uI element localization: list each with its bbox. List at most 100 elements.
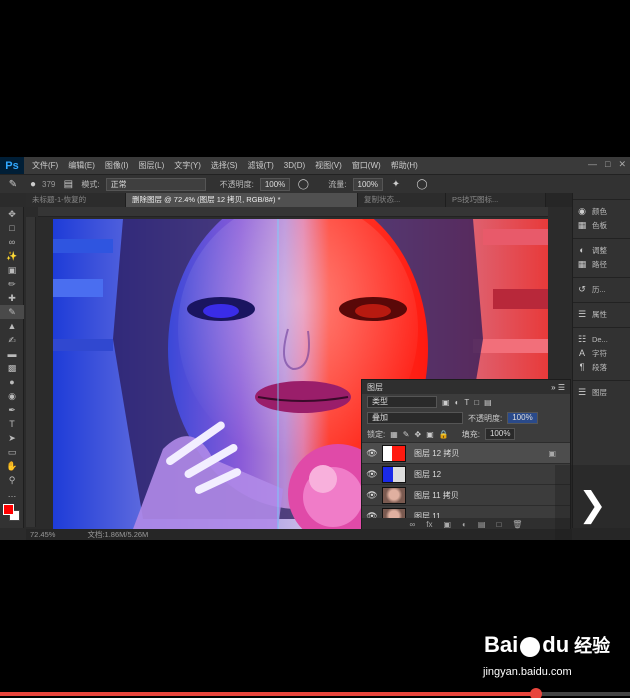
panel-menu-icon[interactable]: » ☰: [551, 383, 565, 392]
foreground-color-swatch[interactable]: [3, 504, 14, 515]
brush-size: 379: [42, 179, 56, 189]
layer-row[interactable]: 👁 图层 12: [362, 463, 570, 484]
layer-kind-filter[interactable]: 类型: [367, 396, 437, 408]
layer-opacity-input[interactable]: 100%: [507, 412, 538, 424]
dock-character-label: 字符: [592, 348, 607, 358]
healing-tool-icon[interactable]: ✚: [0, 291, 24, 305]
visibility-eye-icon[interactable]: 👁: [362, 490, 382, 501]
next-slide-chevron-icon[interactable]: ❯: [555, 465, 630, 540]
lock-position-icon[interactable]: ✥: [415, 430, 422, 439]
maximize-icon[interactable]: □: [605, 159, 610, 170]
menu-file[interactable]: 文件(F): [32, 160, 58, 171]
filter-adjust-icon[interactable]: ◐: [455, 398, 460, 407]
menu-3d[interactable]: 3D(D): [284, 161, 305, 170]
menu-layer[interactable]: 图层(L): [138, 160, 164, 171]
layer-thumbnail: [382, 465, 406, 483]
layer-opacity-label: 不透明度:: [468, 413, 503, 423]
menu-type[interactable]: 文字(Y): [174, 160, 201, 171]
menu-window[interactable]: 窗口(W): [352, 160, 381, 171]
dock-properties[interactable]: ☰ 属性: [573, 307, 630, 321]
paragraph-icon: ¶: [579, 362, 585, 372]
new-group-icon[interactable]: ▤: [478, 520, 486, 529]
new-layer-icon[interactable]: □: [496, 520, 501, 529]
filter-smart-icon[interactable]: ▤: [484, 398, 492, 407]
eraser-tool-icon[interactable]: ▬: [0, 347, 24, 361]
path-select-tool-icon[interactable]: ➤: [0, 431, 24, 445]
dock-swatches[interactable]: ▦ 色板: [573, 218, 630, 232]
blur-tool-icon[interactable]: ●: [0, 375, 24, 389]
marquee-tool-icon[interactable]: □: [0, 221, 24, 235]
menu-image[interactable]: 图像(I): [105, 160, 129, 171]
menu-help[interactable]: 帮助(H): [391, 160, 418, 171]
stamp-tool-icon[interactable]: ▲: [0, 319, 24, 333]
visibility-eye-icon[interactable]: 👁: [362, 448, 382, 459]
quick-select-tool-icon[interactable]: ✨: [0, 249, 24, 263]
history-brush-tool-icon[interactable]: ✍: [0, 333, 24, 347]
pressure-size-icon[interactable]: ◯: [415, 178, 429, 191]
brush-tool-icon[interactable]: ✎: [0, 305, 24, 319]
dock-color[interactable]: ◉ 颜色: [573, 204, 630, 218]
shape-tool-icon[interactable]: ▭: [0, 445, 24, 459]
zoom-level[interactable]: 72.45%: [30, 530, 55, 539]
lock-all-icon[interactable]: 🔒: [439, 430, 449, 439]
dock-paths[interactable]: ▦ 路径: [573, 257, 630, 271]
dock-paths-label: 路径: [592, 259, 607, 269]
visibility-eye-icon[interactable]: 👁: [362, 469, 382, 480]
filter-pixel-icon[interactable]: ▣: [442, 398, 450, 407]
hand-tool-icon[interactable]: ✋: [0, 459, 24, 473]
layers-panel-header: 图层 » ☰: [362, 380, 570, 394]
mode-select[interactable]: 正常: [105, 177, 206, 191]
link-layers-icon[interactable]: ∞: [410, 520, 416, 529]
dock-color-label: 颜色: [592, 206, 607, 216]
menu-select[interactable]: 选择(S): [211, 160, 238, 171]
tab-document-1[interactable]: 未标题-1-恢复的: [26, 193, 126, 207]
lasso-tool-icon[interactable]: ∞: [0, 235, 24, 249]
fill-input[interactable]: 100%: [484, 428, 516, 440]
filter-shape-icon[interactable]: □: [474, 398, 479, 407]
blend-mode-select[interactable]: 叠加: [367, 412, 463, 424]
lock-artboard-icon[interactable]: ▣: [426, 430, 434, 439]
filter-type-icon[interactable]: T: [464, 398, 469, 407]
dock-paragraph[interactable]: ¶ 段落: [573, 360, 630, 374]
eyedropper-tool-icon[interactable]: ✏: [0, 277, 24, 291]
brush-panel-icon[interactable]: ▤: [61, 178, 75, 191]
opacity-input[interactable]: 100%: [259, 177, 291, 191]
layer-row[interactable]: 👁 图层 11 拷贝: [362, 484, 570, 505]
gradient-tool-icon[interactable]: ▩: [0, 361, 24, 375]
video-progress-handle[interactable]: [529, 688, 542, 698]
dock-character[interactable]: A 字符: [573, 346, 630, 360]
brush-tool-icon[interactable]: ✎: [6, 178, 20, 191]
minimize-icon[interactable]: —: [588, 159, 597, 170]
pen-tool-icon[interactable]: ✒: [0, 403, 24, 417]
zoom-tool-icon[interactable]: ⚲: [0, 473, 24, 487]
lock-pixels-icon[interactable]: ✎: [403, 430, 410, 439]
airbrush-icon[interactable]: ✦: [389, 178, 403, 191]
tab-document-active[interactable]: 删除图层 @ 72.4% (图层 12 拷贝, RGB/8#) *: [126, 193, 358, 207]
tab-document-3[interactable]: 复制状态...: [358, 193, 446, 207]
more-tools-icon[interactable]: …: [0, 487, 24, 501]
layer-row[interactable]: 👁 图层 12 拷贝 ▣: [362, 442, 570, 463]
tab-document-4[interactable]: PS技巧图标...: [446, 193, 546, 207]
delete-layer-icon[interactable]: 🗑: [512, 520, 522, 529]
crop-tool-icon[interactable]: ▣: [0, 263, 24, 277]
menu-edit[interactable]: 编辑(E): [68, 160, 95, 171]
pressure-opacity-icon[interactable]: ◯: [296, 178, 310, 191]
flow-input[interactable]: 100%: [352, 177, 383, 191]
brush-preset-icon[interactable]: ●: [26, 178, 40, 191]
menu-view[interactable]: 视图(V): [315, 160, 342, 171]
menu-filter[interactable]: 滤镜(T): [248, 160, 274, 171]
close-icon[interactable]: ✕: [618, 159, 626, 170]
dock-layers[interactable]: ☰ 图层: [573, 385, 630, 399]
add-mask-icon[interactable]: ▣: [443, 520, 451, 529]
move-tool-icon[interactable]: ✥: [0, 207, 24, 221]
dock-adjustments[interactable]: ◐ 调整: [573, 243, 630, 257]
dodge-tool-icon[interactable]: ◉: [0, 389, 24, 403]
window-controls: — □ ✕: [588, 159, 626, 170]
dock-history[interactable]: ↺ 历...: [573, 282, 630, 296]
type-tool-icon[interactable]: T: [0, 417, 24, 431]
adjustment-layer-icon[interactable]: ◐: [462, 520, 467, 529]
video-progress-bar[interactable]: [0, 688, 630, 698]
dock-device[interactable]: ☷ De...: [573, 332, 630, 346]
layer-style-icon[interactable]: fx: [426, 520, 432, 529]
lock-transparent-icon[interactable]: ▦: [390, 430, 398, 439]
